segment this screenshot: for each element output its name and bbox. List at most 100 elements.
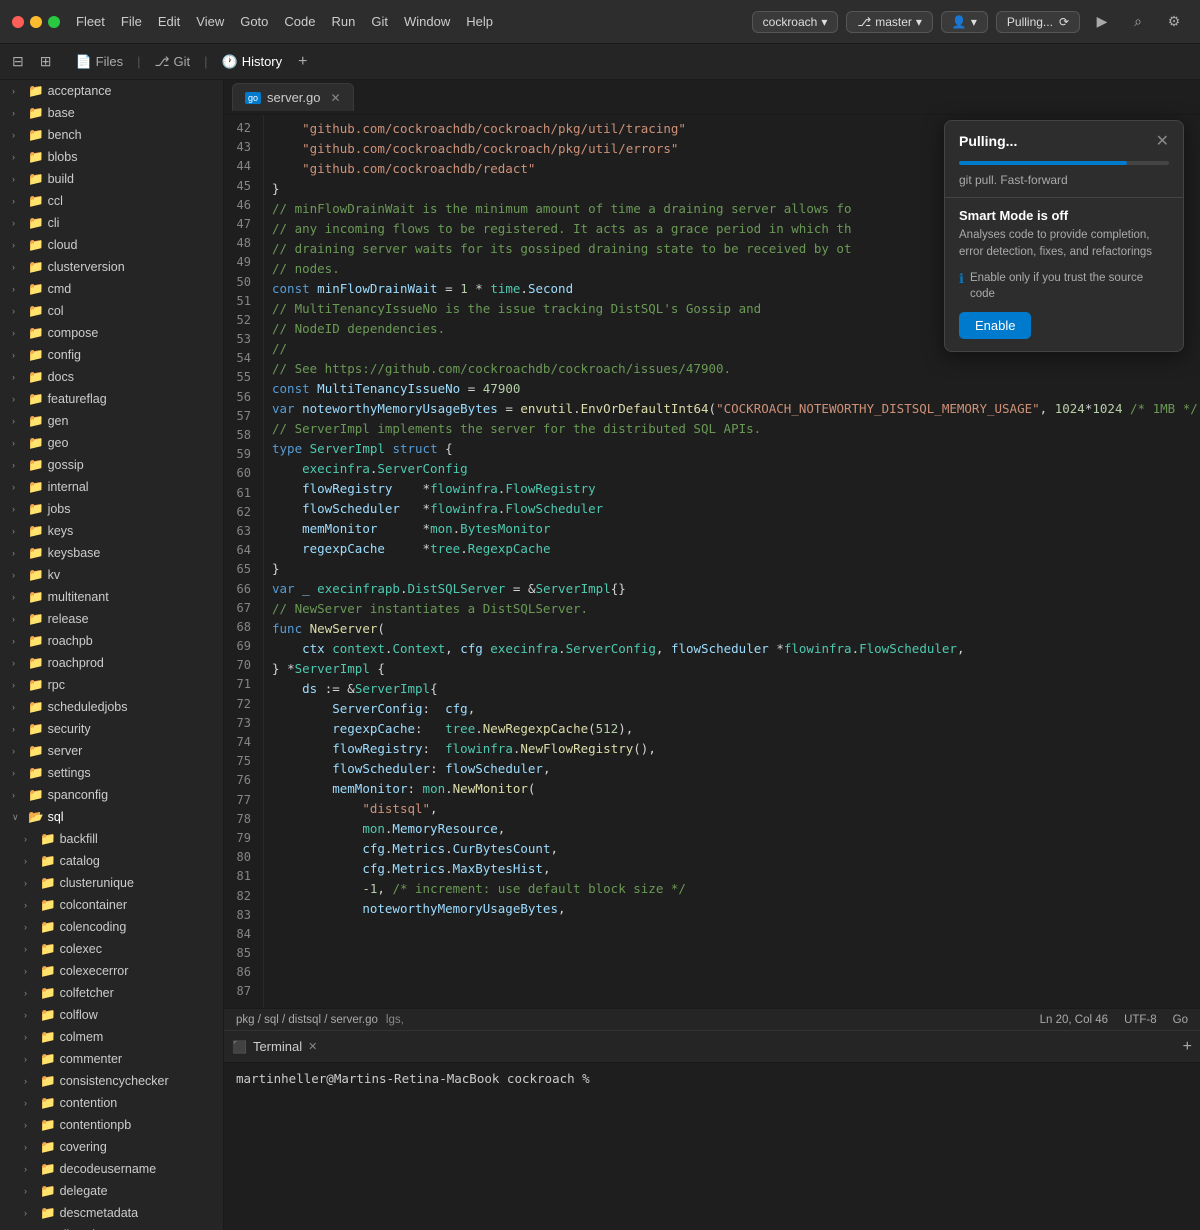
- sidebar-item-spanconfig[interactable]: › 📁 spanconfig: [0, 784, 223, 806]
- tab-close-button[interactable]: ✕: [331, 91, 341, 105]
- sidebar-item-blobs[interactable]: › 📁 blobs: [0, 146, 223, 168]
- sidebar-item-contention[interactable]: › 📁 contention: [0, 1092, 223, 1114]
- sidebar-item-keysbase[interactable]: › 📁 keysbase: [0, 542, 223, 564]
- sidebar-item-consistencychecker[interactable]: › 📁 consistencychecker: [0, 1070, 223, 1092]
- sidebar-item-jobs[interactable]: › 📁 jobs: [0, 498, 223, 520]
- chevron-right-icon: ›: [12, 284, 24, 294]
- sidebar-item-keys[interactable]: › 📁 keys: [0, 520, 223, 542]
- pulling-popup-close-button[interactable]: ✕: [1156, 131, 1169, 151]
- sidebar-item-bench[interactable]: › 📁 bench: [0, 124, 223, 146]
- user-selector[interactable]: 👤 ▾: [941, 11, 988, 33]
- dir-icon: 📁: [40, 876, 56, 891]
- add-tab-button[interactable]: +: [298, 53, 307, 71]
- menu-goto[interactable]: Goto: [240, 14, 268, 29]
- search-icon[interactable]: ⌕: [1124, 8, 1152, 36]
- menu-window[interactable]: Window: [404, 14, 450, 29]
- chevron-right-icon: ›: [12, 570, 24, 580]
- menu-file[interactable]: File: [121, 14, 142, 29]
- terminal-add-button[interactable]: +: [1183, 1038, 1192, 1056]
- sidebar-item-cli[interactable]: › 📁 cli: [0, 212, 223, 234]
- close-button[interactable]: [12, 16, 24, 28]
- sidebar-item-release[interactable]: › 📁 release: [0, 608, 223, 630]
- sidebar-item-colencoding[interactable]: › 📁 colencoding: [0, 916, 223, 938]
- sidebar-item-scheduledjobs[interactable]: › 📁 scheduledjobs: [0, 696, 223, 718]
- sidebar-item-contentionpb[interactable]: › 📁 contentionpb: [0, 1114, 223, 1136]
- editor-tab-server-go[interactable]: go server.go ✕: [232, 83, 354, 111]
- maximize-button[interactable]: [48, 16, 60, 28]
- branch-selector[interactable]: ⎇ master ▾: [846, 11, 933, 33]
- terminal-content[interactable]: martinheller@Martins-Retina-MacBook cock…: [224, 1063, 1200, 1230]
- tab-git[interactable]: ⎇ Git: [147, 50, 199, 74]
- menu-code[interactable]: Code: [284, 14, 315, 29]
- sidebar-item-clusterunique[interactable]: › 📁 clusterunique: [0, 872, 223, 894]
- sidebar-item-acceptance[interactable]: › 📁 acceptance: [0, 80, 223, 102]
- chevron-right-icon: ›: [12, 548, 24, 558]
- sidebar-item-base[interactable]: › 📁 base: [0, 102, 223, 124]
- minimize-button[interactable]: [30, 16, 42, 28]
- sidebar-item-geo[interactable]: › 📁 geo: [0, 432, 223, 454]
- terminal-tab[interactable]: ⬛ Terminal ✕: [232, 1039, 317, 1054]
- dir-icon: 📁: [28, 370, 44, 385]
- sidebar-item-roachprod[interactable]: › 📁 roachprod: [0, 652, 223, 674]
- settings-icon[interactable]: ⚙: [1160, 8, 1188, 36]
- sidebar-item-catalog[interactable]: › 📁 catalog: [0, 850, 223, 872]
- sidebar-item-cmd[interactable]: › 📁 cmd: [0, 278, 223, 300]
- menu-edit[interactable]: Edit: [158, 14, 180, 29]
- sidebar-item-featureflag[interactable]: › 📁 featureflag: [0, 388, 223, 410]
- sidebar-item-gen[interactable]: › 📁 gen: [0, 410, 223, 432]
- tab-files[interactable]: 📄 Files: [67, 50, 131, 74]
- chevron-right-icon: ›: [24, 1032, 36, 1042]
- enable-smart-mode-button[interactable]: Enable: [959, 312, 1031, 339]
- sidebar-item-server[interactable]: › 📁 server: [0, 740, 223, 762]
- sidebar-item-covering[interactable]: › 📁 covering: [0, 1136, 223, 1158]
- cursor-position: Ln 20, Col 46: [1040, 1014, 1108, 1026]
- sidebar-item-delegate[interactable]: › 📁 delegate: [0, 1180, 223, 1202]
- sidebar-item-settings[interactable]: › 📁 settings: [0, 762, 223, 784]
- sidebar-item-kv[interactable]: › 📁 kv: [0, 564, 223, 586]
- sidebar-item-security[interactable]: › 📁 security: [0, 718, 223, 740]
- sidebar-item-config[interactable]: › 📁 config: [0, 344, 223, 366]
- sidebar-item-colexec[interactable]: › 📁 colexec: [0, 938, 223, 960]
- sidebar-item-build[interactable]: › 📁 build: [0, 168, 223, 190]
- sidebar-item-roachpb[interactable]: › 📁 roachpb: [0, 630, 223, 652]
- repo-selector[interactable]: cockroach ▾: [752, 11, 839, 33]
- terminal-tab-close-button[interactable]: ✕: [308, 1040, 317, 1053]
- menu-fleet[interactable]: Fleet: [76, 14, 105, 29]
- sidebar-item-distsql[interactable]: ∨ 📂 distsql: [0, 1224, 223, 1230]
- chevron-right-icon: ›: [24, 1164, 36, 1174]
- menu-run[interactable]: Run: [331, 14, 355, 29]
- sidebar-item-colcontainer[interactable]: › 📁 colcontainer: [0, 894, 223, 916]
- sidebar-toggle-icon[interactable]: ⊟: [8, 49, 28, 74]
- code-line: regexpCache *tree.RegexpCache: [272, 539, 1192, 559]
- menu-view[interactable]: View: [196, 14, 224, 29]
- sidebar-item-descmetadata[interactable]: › 📁 descmetadata: [0, 1202, 223, 1224]
- sidebar-item-gossip[interactable]: › 📁 gossip: [0, 454, 223, 476]
- sidebar-item-backfill[interactable]: › 📁 backfill: [0, 828, 223, 850]
- dir-icon: 📁: [28, 348, 44, 363]
- sidebar-split-icon[interactable]: ⊞: [36, 49, 56, 74]
- sidebar-item-colfetcher[interactable]: › 📁 colfetcher: [0, 982, 223, 1004]
- dir-icon: 📁: [40, 1118, 56, 1133]
- sidebar-item-ccl[interactable]: › 📁 ccl: [0, 190, 223, 212]
- menu-git[interactable]: Git: [371, 14, 388, 29]
- sidebar-item-colexecerror[interactable]: › 📁 colexecerror: [0, 960, 223, 982]
- sidebar-item-decodeusername[interactable]: › 📁 decodeusername: [0, 1158, 223, 1180]
- sidebar-item-sql[interactable]: ∨ 📂 sql: [0, 806, 223, 828]
- sidebar-item-colflow[interactable]: › 📁 colflow: [0, 1004, 223, 1026]
- dir-icon: 📁: [40, 1030, 56, 1045]
- sidebar-item-col[interactable]: › 📁 col: [0, 300, 223, 322]
- pulling-button[interactable]: Pulling... ⟳: [996, 11, 1080, 33]
- sidebar-item-cloud[interactable]: › 📁 cloud: [0, 234, 223, 256]
- dir-icon: 📁: [28, 744, 44, 759]
- sidebar-item-compose[interactable]: › 📁 compose: [0, 322, 223, 344]
- sidebar-item-colmem[interactable]: › 📁 colmem: [0, 1026, 223, 1048]
- sidebar-item-internal[interactable]: › 📁 internal: [0, 476, 223, 498]
- tab-history[interactable]: 🕐 History: [214, 50, 291, 74]
- menu-help[interactable]: Help: [466, 14, 493, 29]
- sidebar-item-commenter[interactable]: › 📁 commenter: [0, 1048, 223, 1070]
- sidebar-item-docs[interactable]: › 📁 docs: [0, 366, 223, 388]
- sidebar-item-multitenant[interactable]: › 📁 multitenant: [0, 586, 223, 608]
- sidebar-item-clusterversion[interactable]: › 📁 clusterversion: [0, 256, 223, 278]
- sidebar-item-rpc[interactable]: › 📁 rpc: [0, 674, 223, 696]
- run-icon[interactable]: ▶: [1088, 8, 1116, 36]
